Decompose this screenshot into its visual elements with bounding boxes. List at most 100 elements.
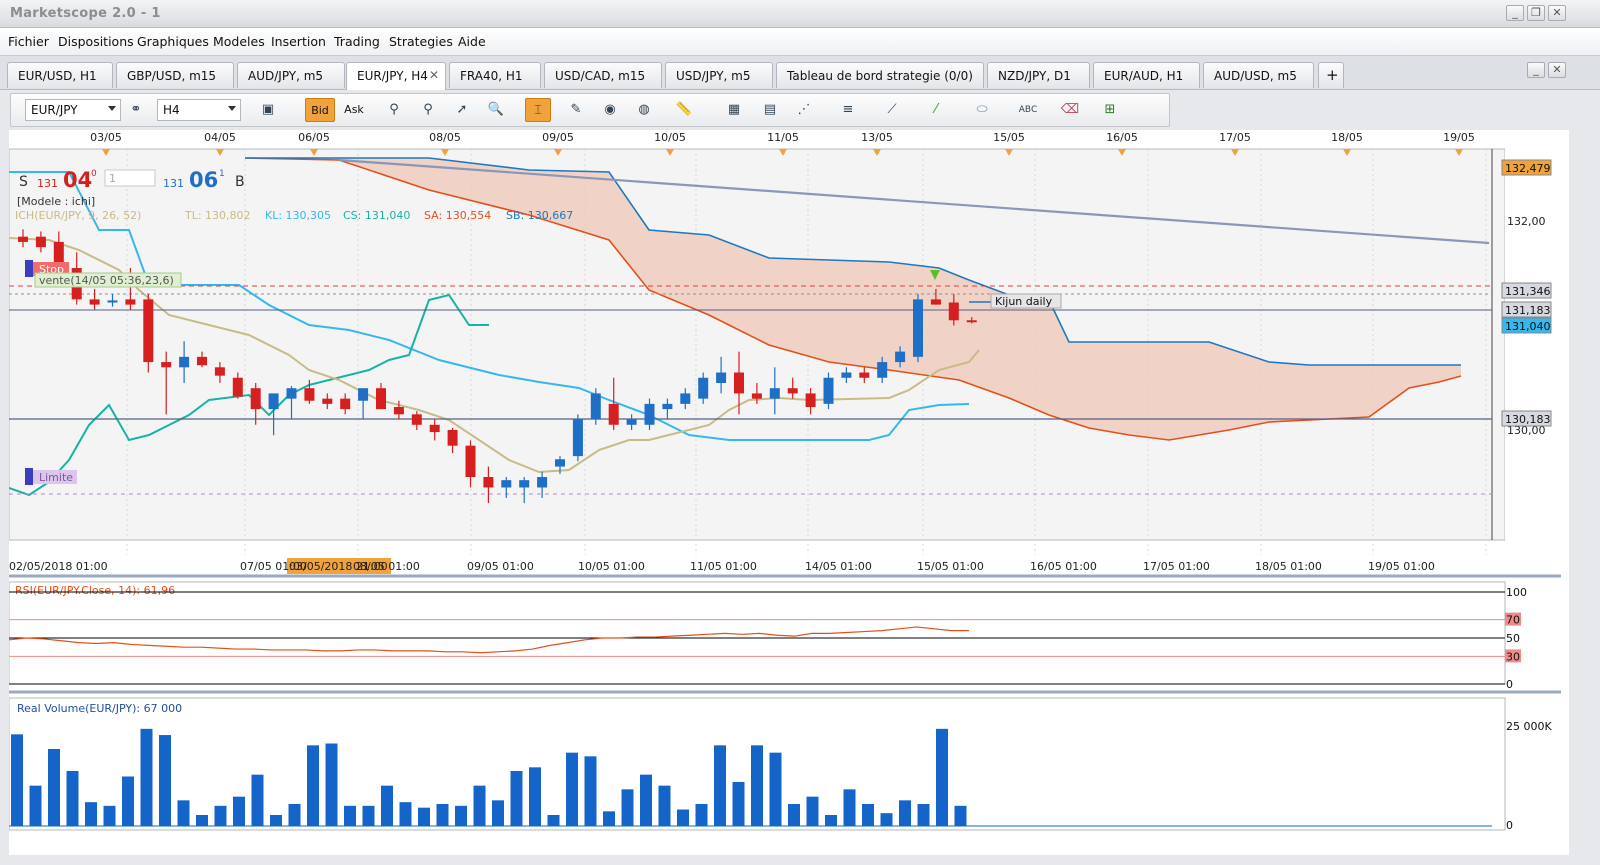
tab-fra40-h1[interactable]: FRA40, H1 (449, 62, 541, 88)
shape-icon[interactable]: ⬭ (969, 98, 995, 122)
add-tab-button[interactable]: + (1318, 62, 1344, 88)
tab-label: AUD/USD, m5 (1214, 69, 1297, 83)
crosshair-icon[interactable]: ⌶ (525, 98, 551, 122)
candle-body (805, 393, 816, 408)
menu-aide[interactable]: Aide (458, 34, 486, 49)
zoom-icon[interactable]: 🔍 (483, 98, 509, 122)
candle-body (948, 302, 959, 321)
candle-body (608, 403, 619, 425)
ruler-icon[interactable]: 📏 (671, 98, 697, 122)
title-bar: Marketscope 2.0 - 1 _ ❐ ✕ (0, 0, 1600, 28)
tab-gbpusd-m15[interactable]: GBP/USD, m15 (116, 62, 234, 88)
bottom-date-label: 16/05 01:00 (1030, 560, 1097, 573)
candle-body (358, 388, 369, 401)
bottom-date-label: 15/05 01:00 (917, 560, 984, 573)
bottom-date-axis: 02/05/2018 01:00 03/05/2018 21:0007/05 01… (9, 558, 1435, 574)
tab-usdcad-m15[interactable]: USD/CAD, m15 (544, 62, 662, 88)
export-icon[interactable]: ▤ (757, 98, 783, 122)
fib-icon[interactable]: ⟋ (879, 98, 905, 122)
volume-bar (954, 805, 967, 826)
app-window: Marketscope 2.0 - 1 _ ❐ ✕ Fichier Dispos… (0, 0, 1600, 865)
bottom-date-label: 09/05 01:00 (467, 560, 534, 573)
text-icon[interactable]: ABC (1015, 98, 1041, 122)
ask-button[interactable]: Ask (339, 98, 369, 122)
candle-body (913, 299, 923, 357)
eraser-icon[interactable]: ⌫ (1057, 98, 1083, 122)
sell-price-pips[interactable]: 04 (63, 168, 92, 192)
candle-body (483, 477, 494, 488)
buy-label[interactable]: B (235, 174, 245, 190)
volume-bar (140, 728, 153, 826)
sell-price-big[interactable]: 131 (37, 177, 58, 190)
tab-euraud-h1[interactable]: EUR/AUD, H1 (1093, 62, 1200, 88)
tab-nzdjpy-d1[interactable]: NZD/JPY, D1 (987, 62, 1090, 88)
chart-area[interactable]: 03/05 04/05 06/05 08/05 09/05 10/05 11/05 13/05… (8, 130, 1569, 855)
ichimoku-legend-item: SA: 130,554 (424, 209, 491, 222)
restore-button[interactable]: ❐ (1527, 5, 1545, 21)
menu-strategies[interactable]: Strategies (389, 34, 453, 49)
sell-price-sup: 0 (91, 169, 97, 179)
tab-label: EUR/AUD, H1 (1104, 69, 1184, 83)
instrument-options-icon[interactable]: ⚭ (123, 98, 149, 122)
panel-close-button[interactable]: ✕ (1548, 62, 1566, 78)
tab-eurjpy-h4[interactable]: EUR/JPY, H4 ✕ (346, 62, 446, 90)
candle-body (286, 388, 297, 399)
volume-bar (344, 805, 356, 826)
indicator-icon[interactable]: ⚲ (381, 98, 407, 122)
bottom-date-label: 11/05 01:00 (690, 560, 757, 573)
tab-usdjpy-m5[interactable]: USD/JPY, m5 (665, 62, 773, 88)
stop-handle[interactable] (25, 260, 33, 277)
sell-label[interactable]: S (19, 174, 28, 190)
tab-label: USD/JPY, m5 (676, 69, 751, 83)
tab-label: FRA40, H1 (460, 69, 523, 83)
tab-tableau-de-bord[interactable]: Tableau de bord strategie (0/0) (776, 62, 984, 88)
candle-body (966, 320, 977, 323)
hline-icon[interactable]: ≡ (835, 98, 861, 122)
line-tools-icon[interactable]: ⋰ (791, 98, 817, 122)
volume-bar (510, 771, 523, 826)
volume-bar (584, 756, 597, 826)
note-icon[interactable]: ✎ (563, 98, 589, 122)
bottom-date-label: 18/05 01:00 (1255, 560, 1322, 573)
candle-body (322, 398, 333, 404)
menu-insertion[interactable]: Insertion (271, 34, 326, 49)
instrument-select[interactable]: EUR/JPY (25, 99, 121, 121)
top-date-label: 08/05 (429, 131, 461, 144)
buy-price-big[interactable]: 131 (163, 177, 184, 190)
menu-graphiques[interactable]: Graphiques (137, 34, 209, 49)
panel-minimize-button[interactable]: _ (1527, 62, 1545, 78)
volume-bar (677, 809, 689, 826)
minimize-button[interactable]: _ (1506, 5, 1524, 21)
indicator-list-icon[interactable]: ⚲ (415, 98, 441, 122)
volume-bar (843, 789, 856, 826)
buy-price-pips[interactable]: 06 (189, 168, 218, 192)
trendline-icon[interactable]: ⁄ (923, 98, 949, 122)
close-tab-icon[interactable]: ✕ (429, 68, 439, 82)
chart-type-icon[interactable]: ▣ (255, 98, 281, 122)
tab-eurusd-h1[interactable]: EUR/USD, H1 (7, 62, 113, 88)
chart-svg[interactable]: 03/05 04/05 06/05 08/05 09/05 10/05 11/05 13/05… (8, 130, 1569, 855)
menu-trading[interactable]: Trading (334, 34, 380, 49)
cursor-icon[interactable]: ➚ (449, 98, 475, 122)
chart-tab-bar: EUR/USD, H1 GBP/USD, m15 AUD/JPY, m5 EUR… (0, 56, 1600, 90)
limit-handle[interactable] (25, 468, 33, 485)
menu-dispositions[interactable]: Dispositions (58, 34, 134, 49)
menu-fichier[interactable]: Fichier (8, 34, 49, 49)
menu-modeles[interactable]: Modeles (213, 34, 265, 49)
bottom-date-label: 19/05 01:00 (1368, 560, 1435, 573)
bottom-date-label: 07/05 01:00 (240, 560, 307, 573)
close-button[interactable]: ✕ (1548, 5, 1566, 21)
strategy-icon[interactable]: ⊞ (1097, 98, 1123, 122)
volume-bar (29, 785, 42, 826)
tab-audusd-m5[interactable]: AUD/USD, m5 (1203, 62, 1314, 88)
alert-icon[interactable]: ◉ (597, 98, 623, 122)
candle-body (125, 299, 136, 305)
globe-icon[interactable]: ◍ (631, 98, 657, 122)
candle-body (930, 299, 941, 305)
image-icon[interactable]: ▦ (721, 98, 747, 122)
tab-audjpy-m5[interactable]: AUD/JPY, m5 (237, 62, 345, 88)
volume-bar (880, 813, 893, 826)
tab-label: EUR/USD, H1 (18, 69, 97, 83)
timeframe-select[interactable]: H4 (157, 99, 241, 121)
bid-button[interactable]: Bid (305, 98, 335, 122)
